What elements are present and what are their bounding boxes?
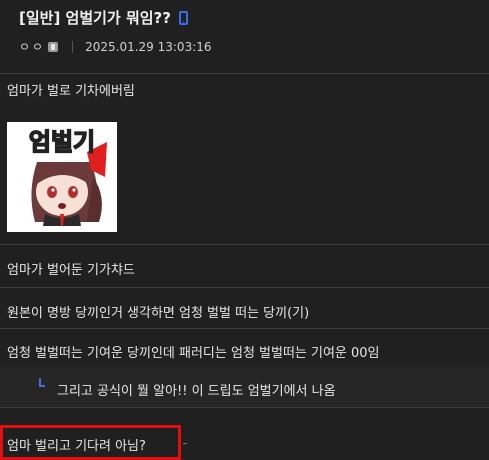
post-title[interactable]: [일반] 엄벌기가 뭐임?? — [19, 7, 171, 28]
reply-text: 그리고 공식이 뭘 알아!! 이 드립도 엄벌기에서 나옴 — [57, 384, 336, 399]
member-badge-icon — [48, 41, 59, 52]
trailing-dash — [183, 443, 187, 444]
comment-text: 엄마가 벌어둔 기가챠드 — [7, 263, 135, 278]
comment-text: 엄청 벌벌떠는 기여운 당끼인데 패러디는 엄청 벌벌떠는 기여운 00임 — [7, 346, 380, 361]
body-divider — [0, 244, 489, 245]
comment-text: 원본이 명방 당끼인거 생각하면 엄청 벌벌 떠는 당끼(기) — [7, 306, 310, 321]
title-row: [일반] 엄벌기가 뭐임?? — [19, 7, 188, 28]
comment-divider — [0, 407, 489, 408]
author-name[interactable]: ㅇㅇ — [19, 38, 45, 55]
header-divider — [0, 73, 489, 74]
sticker-caption: 엄벌기 — [29, 128, 95, 156]
highlight-box — [0, 425, 181, 460]
post-meta: ㅇㅇ 2025.01.29 13:03:16 — [19, 38, 212, 55]
post-header: [일반] 엄벌기가 뭐임?? ㅇㅇ 2025.01.29 13:03:16 — [0, 0, 489, 73]
sticker-illustration: 엄벌기 — [7, 122, 117, 232]
sticker-image: 엄벌기 — [7, 122, 117, 232]
meta-divider — [72, 40, 74, 53]
mobile-phone-icon — [178, 10, 188, 25]
comment-divider — [0, 287, 489, 288]
comment-divider — [0, 328, 489, 329]
reply-arrow-icon — [39, 378, 45, 387]
post-date: 2025.01.29 13:03:16 — [85, 39, 212, 54]
post-body-text: 엄마가 벌로 기차에버림 — [7, 84, 135, 99]
